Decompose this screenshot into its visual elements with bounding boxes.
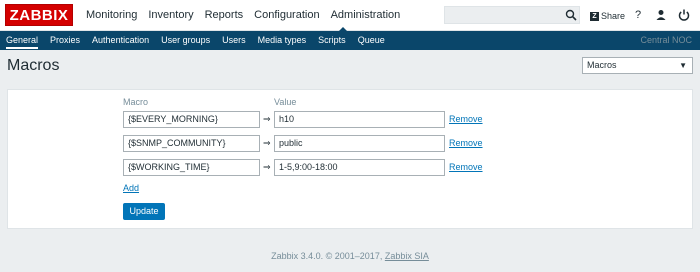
remove-macro-link[interactable]: Remove [449,111,483,128]
arrow-icon: ⇒ [263,138,271,148]
share-label: Share [601,11,626,21]
macro-name-field[interactable]: {$EVERY_MORNING} [123,111,260,128]
macro-value-field[interactable]: public [274,135,445,152]
help-icon[interactable]: ? [631,8,645,22]
footer: Zabbix 3.4.0. © 2001–2017, Zabbix SIA [0,251,700,261]
arrow-icon: ⇒ [263,114,271,124]
column-header-value: Value [274,97,297,107]
macro-name-field[interactable]: {$SNMP_COMMUNITY} [123,135,260,152]
tab-user-groups[interactable]: User groups [155,31,216,50]
share-button[interactable]: Z Share [590,8,625,24]
arrow-icon: ⇒ [263,162,271,172]
macro-row: {$EVERY_MORNING} ⇒ h10 Remove [8,111,694,129]
zabbix-logo[interactable]: ZABBIX [5,4,73,26]
search-input[interactable] [444,6,580,24]
menu-inventory[interactable]: Inventory [148,0,200,31]
remove-macro-link[interactable]: Remove [449,135,483,152]
update-button[interactable]: Update [123,203,165,220]
macro-row: {$SNMP_COMMUNITY} ⇒ public Remove [8,135,694,153]
column-header-macro: Macro [123,97,149,107]
macro-value-field[interactable]: 1-5,9:00-18:00 [274,159,445,176]
sub-menu: General Proxies Authentication User grou… [0,31,700,50]
page-select-value: Macros [587,60,617,70]
main-menu: Monitoring Inventory Reports Configurati… [86,0,411,31]
add-macro-link[interactable]: Add [123,180,139,197]
macro-row: {$WORKING_TIME} ⇒ 1-5,9:00-18:00 Remove [8,159,694,177]
tab-queue[interactable]: Queue [352,31,391,50]
footer-copyright: Zabbix 3.4.0. © 2001–2017, [271,251,383,261]
menu-reports[interactable]: Reports [205,0,251,31]
page-title: Macros [7,57,60,74]
search-icon[interactable] [565,9,577,21]
logout-icon[interactable] [677,8,691,22]
page-select-dropdown[interactable]: Macros ▼ [582,57,693,74]
menu-configuration[interactable]: Configuration [254,0,326,31]
tab-media-types[interactable]: Media types [252,31,313,50]
user-profile-icon[interactable] [654,8,668,22]
chevron-down-icon: ▼ [679,61,687,70]
server-name: Central NOC [640,35,692,45]
remove-macro-link[interactable]: Remove [449,159,483,176]
share-icon: Z [590,11,599,21]
menu-monitoring[interactable]: Monitoring [86,0,144,31]
macro-value-field[interactable]: h10 [274,111,445,128]
tab-scripts[interactable]: Scripts [312,31,352,50]
tab-authentication[interactable]: Authentication [86,31,155,50]
macro-name-field[interactable]: {$WORKING_TIME} [123,159,260,176]
macros-form: Macro Value {$EVERY_MORNING} ⇒ h10 Remov… [7,89,693,229]
tab-users[interactable]: Users [216,31,252,50]
footer-company-link[interactable]: Zabbix SIA [385,251,429,261]
tab-general[interactable]: General [0,31,44,50]
top-header: ZABBIX Monitoring Inventory Reports Conf… [0,0,700,31]
tab-proxies[interactable]: Proxies [44,31,86,50]
